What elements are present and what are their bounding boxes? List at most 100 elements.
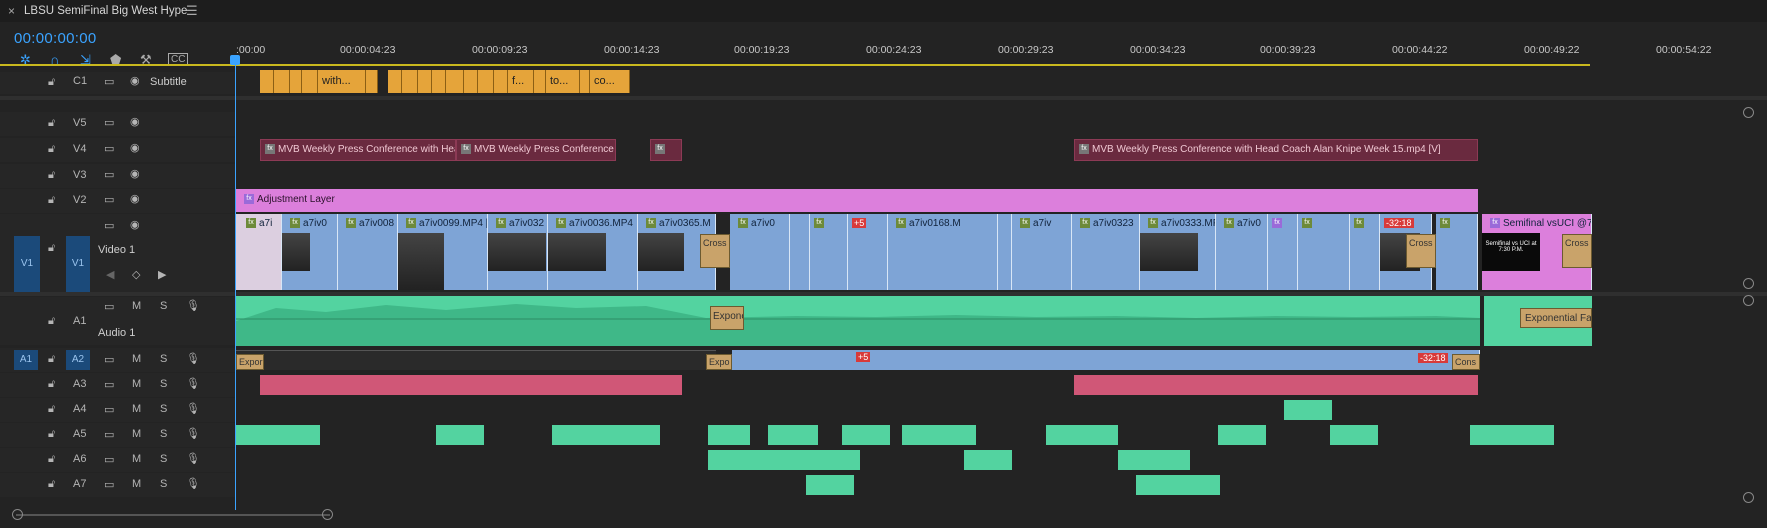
sync-icon[interactable]: ▭ — [104, 403, 114, 416]
solo-button[interactable]: S — [160, 378, 167, 390]
lane-a1[interactable]: Expone Exponential Fade — [236, 296, 1730, 346]
video-clip[interactable]: fx a7iv0 — [730, 214, 790, 290]
subtitle-clip[interactable] — [366, 70, 378, 93]
graphic-clip[interactable]: fx MVB Weekly Press Conference with Head … — [1074, 139, 1478, 161]
audio-clip[interactable]: +5 — [732, 350, 1480, 370]
video-clip[interactable]: fx a7iv0036.MP4 — [548, 214, 638, 290]
video-clip[interactable]: fx a7iv0168.M — [888, 214, 998, 290]
subtitle-clip[interactable] — [534, 70, 546, 93]
lock-icon[interactable]: 🔓︎ — [48, 453, 55, 466]
graphic-clip[interactable]: fx MVB Weekly Press Conference — [456, 139, 616, 161]
video-clip[interactable]: fx a7i — [236, 214, 282, 290]
track-divider[interactable] — [0, 96, 1767, 100]
audio-clip[interactable] — [1330, 425, 1378, 445]
mute-button[interactable]: M — [132, 478, 141, 490]
lock-icon[interactable]: 🔓︎ — [48, 242, 55, 255]
audio-clip[interactable] — [260, 375, 682, 395]
lock-icon[interactable]: 🔓︎ — [48, 353, 55, 366]
subtitle-clip[interactable] — [432, 70, 446, 93]
subtitle-clip[interactable] — [580, 70, 590, 93]
playhead-timecode[interactable]: 00:00:00:00 — [14, 30, 97, 47]
source-patch-a1[interactable]: A1 — [14, 350, 38, 370]
video-clip[interactable]: +5 — [848, 214, 888, 290]
audio-clip[interactable] — [1470, 425, 1554, 445]
subtitle-clip[interactable] — [290, 70, 302, 93]
video-clip[interactable]: fx a7iv0 — [1216, 214, 1268, 290]
audio-clip[interactable] — [236, 350, 716, 370]
video-clip[interactable]: fx a7iv0333.MP — [1140, 214, 1216, 290]
microphone-icon[interactable]: 🎙︎ — [186, 402, 200, 415]
video-scroll-handle[interactable] — [1743, 107, 1754, 118]
microphone-icon[interactable]: 🎙︎ — [186, 299, 200, 312]
mute-button[interactable]: M — [132, 403, 141, 415]
sequence-name[interactable]: LBSU SemiFinal Big West Hype — [24, 5, 187, 17]
lock-icon[interactable]: 🔓︎ — [48, 194, 55, 207]
solo-button[interactable]: S — [160, 453, 167, 465]
subtitle-clip[interactable] — [464, 70, 478, 93]
lock-icon[interactable]: 🔓︎ — [48, 315, 55, 328]
video-clip[interactable]: fx a7iv008 — [338, 214, 398, 290]
next-keyframe-icon[interactable]: ▶ — [158, 268, 166, 281]
mute-button[interactable]: M — [132, 428, 141, 440]
eye-icon[interactable]: ◉ — [130, 192, 140, 205]
sync-icon[interactable]: ▭ — [104, 193, 114, 206]
zoom-scroll-left-handle[interactable] — [12, 509, 23, 520]
solo-button[interactable]: S — [160, 428, 167, 440]
audio-clip[interactable] — [436, 425, 484, 445]
lock-icon[interactable]: 🔓︎ — [48, 403, 55, 416]
eye-icon[interactable]: ◉ — [130, 141, 140, 154]
audio-clip[interactable] — [1046, 425, 1118, 445]
subtitle-clip[interactable] — [388, 70, 402, 93]
audio-clip[interactable] — [1118, 450, 1190, 470]
sync-icon[interactable]: ▭ — [104, 168, 114, 181]
track-id[interactable]: V1 — [66, 236, 90, 292]
audio-clip[interactable] — [708, 450, 860, 470]
sync-icon[interactable]: ▭ — [104, 142, 114, 155]
lane-v2[interactable]: fx Adjustment Layer — [236, 189, 1730, 213]
graphic-clip[interactable]: fx — [650, 139, 682, 161]
subtitle-clip[interactable]: with... — [318, 70, 366, 93]
subtitle-clip[interactable] — [402, 70, 418, 93]
audio-scroll-handle[interactable] — [1743, 492, 1754, 503]
solo-button[interactable]: S — [160, 403, 167, 415]
audio-clip[interactable] — [1074, 375, 1478, 395]
mute-button[interactable]: M — [132, 300, 141, 312]
playhead-line[interactable] — [235, 55, 236, 510]
video-scroll-handle[interactable] — [1743, 278, 1754, 289]
audio-scroll-handle[interactable] — [1743, 295, 1754, 306]
zoom-scroll-bar[interactable] — [16, 514, 330, 516]
video-clip[interactable]: fx — [810, 214, 848, 290]
lock-icon[interactable]: 🔓︎ — [48, 143, 55, 156]
sync-icon[interactable]: ▭ — [104, 75, 114, 88]
subtitle-clip[interactable] — [418, 70, 432, 93]
lane-a3[interactable] — [236, 373, 1730, 397]
eye-icon[interactable]: ◉ — [130, 218, 140, 231]
eye-icon[interactable]: ◉ — [130, 167, 140, 180]
subtitle-clip[interactable] — [260, 70, 274, 93]
audio-transition[interactable]: Cons — [1452, 354, 1480, 370]
audio-clip[interactable] — [806, 475, 854, 495]
graphic-clip[interactable]: fx MVB Weekly Press Conference with Hea — [260, 139, 456, 161]
solo-button[interactable]: S — [160, 300, 167, 312]
lane-a2[interactable]: Expor Expo +5 -32:18 Cons — [236, 348, 1730, 372]
subtitle-clip[interactable] — [446, 70, 464, 93]
mute-button[interactable]: M — [132, 378, 141, 390]
audio-clip[interactable] — [768, 425, 818, 445]
subtitle-clip[interactable]: f... — [508, 70, 534, 93]
eye-icon[interactable]: ◉ — [130, 74, 140, 87]
lock-icon[interactable]: 🔓︎ — [48, 378, 55, 391]
video-clip[interactable]: fx — [1436, 214, 1478, 290]
solo-button[interactable]: S — [160, 353, 167, 365]
sync-icon[interactable]: ▭ — [104, 353, 114, 366]
sync-icon[interactable]: ▭ — [104, 378, 114, 391]
audio-clip[interactable] — [842, 425, 890, 445]
audio-clip[interactable] — [708, 425, 750, 445]
lane-c1[interactable]: with... f... to... co... — [236, 70, 1730, 94]
zoom-scroll-right-handle[interactable] — [322, 509, 333, 520]
lock-icon[interactable]: 🔓︎ — [48, 428, 55, 441]
video-clip[interactable]: fx — [1298, 214, 1350, 290]
video-clip[interactable]: fx — [1268, 214, 1298, 290]
close-icon[interactable]: × — [8, 4, 15, 18]
cross-dissolve-transition[interactable]: Cross D — [1406, 234, 1436, 268]
lane-v4[interactable]: fx MVB Weekly Press Conference with Hea f… — [236, 138, 1730, 162]
